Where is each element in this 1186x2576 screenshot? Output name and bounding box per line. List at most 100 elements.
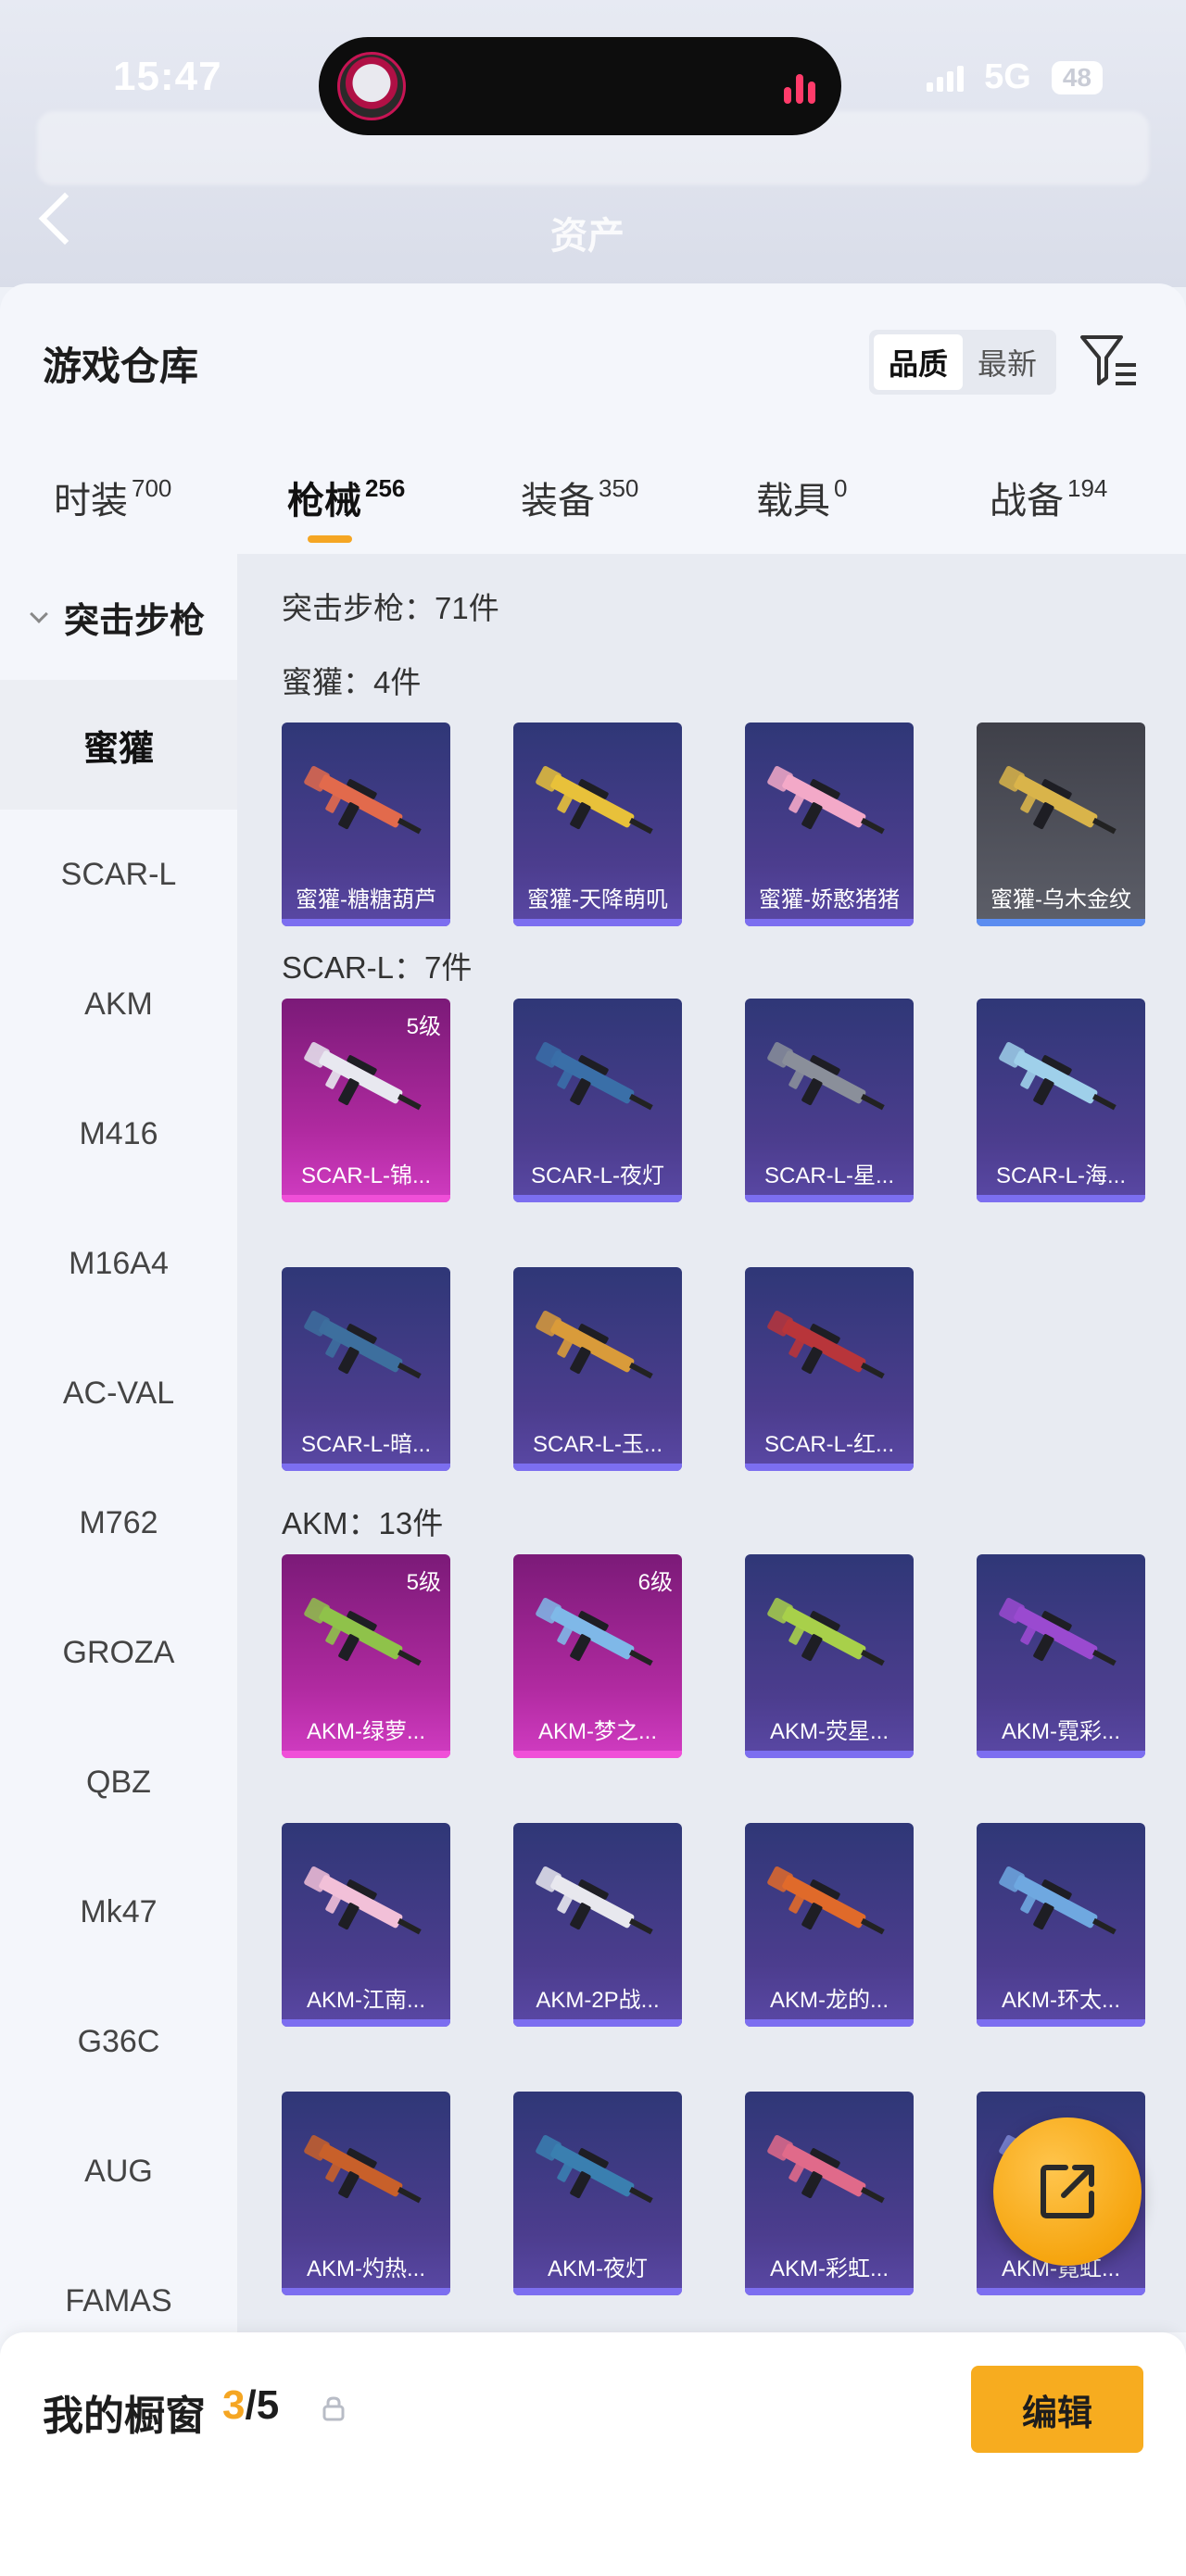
weapon-card[interactable]: SCAR-L-红...	[745, 1267, 914, 1471]
sidebar-item[interactable]: AKM	[0, 939, 237, 1069]
weapon-skin-image	[304, 1042, 422, 1111]
weapon-card[interactable]: SCAR-L-玉...	[513, 1267, 682, 1471]
sidebar-item[interactable]: M416	[0, 1069, 237, 1199]
sidebar-item[interactable]: M762	[0, 1458, 237, 1588]
app-avatar-icon	[337, 52, 406, 120]
sidebar-item[interactable]: G36C	[0, 1977, 237, 2106]
weapon-skin-image	[767, 1042, 885, 1111]
rarity-bar	[977, 919, 1145, 926]
weapon-skin-image	[304, 766, 422, 835]
rarity-bar	[282, 2019, 450, 2027]
rarity-bar	[513, 1464, 682, 1471]
weapon-skin-name: 蜜獾-乌木金纹	[990, 887, 1131, 912]
header-background: 15:47 5G 48 资产	[0, 0, 1186, 287]
weapon-card[interactable]: SCAR-L-夜灯	[513, 999, 682, 1202]
skin-level-badge: 5级	[406, 1570, 441, 1595]
weapon-skin-name: AKM-环太...	[1001, 1988, 1120, 2013]
sidebar-item[interactable]: 蜜獾	[0, 680, 237, 810]
sidebar-item[interactable]: Mk47	[0, 1847, 237, 1977]
dynamic-island	[319, 37, 841, 135]
tab-count: 256	[365, 473, 406, 502]
weapon-skin-image	[536, 2135, 653, 2204]
rarity-bar	[745, 2288, 914, 2295]
tab-firearms[interactable]: 枪械 256	[287, 471, 406, 543]
weapon-card[interactable]: AKM-夜灯	[513, 2092, 682, 2295]
sidebar-group-header[interactable]: 突击步枪	[0, 554, 237, 680]
sidebar-item[interactable]: QBZ	[0, 1717, 237, 1847]
weapon-skin-name: AKM-霓彩...	[1001, 1719, 1120, 1744]
weapon-card[interactable]: AKM-环太...	[977, 1823, 1145, 2027]
weapon-card[interactable]: 蜜獾-糖糖葫芦	[282, 723, 450, 926]
sidebar-item[interactable]: AUG	[0, 2106, 237, 2236]
section-title: 蜜獾：4件	[282, 665, 422, 699]
signal-icon	[927, 64, 965, 92]
weapon-skin-name: AKM-灼热...	[306, 2256, 425, 2281]
weapon-card[interactable]: AKM-荧星...	[745, 1554, 914, 1758]
weapon-card[interactable]: SCAR-L-海...	[977, 999, 1145, 1202]
weapon-card[interactable]: SCAR-L-星...	[745, 999, 914, 1202]
sidebar-group-label: 突击步枪	[63, 601, 205, 641]
tab-fashion[interactable]: 时装 700	[54, 471, 171, 524]
weapon-card[interactable]: 蜜獾-乌木金纹	[977, 723, 1145, 926]
weapon-skin-image	[536, 1598, 653, 1666]
weapon-card[interactable]: AKM-彩虹...	[745, 2092, 914, 2295]
weapon-skin-name: SCAR-L-星...	[763, 1163, 894, 1188]
weapon-skin-name: 蜜獾-糖糖葫芦	[296, 887, 436, 912]
back-icon[interactable]	[38, 192, 92, 245]
sidebar-item[interactable]: AC-VAL	[0, 1328, 237, 1458]
weapon-skin-image	[767, 1866, 885, 1935]
filter-icon[interactable]	[1079, 330, 1140, 391]
weapon-skin-image	[304, 2135, 422, 2204]
weapon-grid: 突击步枪：71件 蜜獾：4件 SCAR-L：7件 AKM：13件 蜜獾-糖糖葫芦…	[237, 554, 1186, 2332]
sidebar-item[interactable]: M16A4	[0, 1199, 237, 1328]
rarity-bar	[977, 1751, 1145, 1758]
weapon-card[interactable]: SCAR-L-暗...	[282, 1267, 450, 1471]
weapon-skin-image	[767, 2135, 885, 2204]
weapon-skin-image	[536, 1042, 653, 1111]
weapon-card[interactable]: 蜜獾-娇憨猪猪	[745, 723, 914, 926]
chevron-down-icon	[30, 605, 48, 623]
weapon-skin-image	[536, 1866, 653, 1935]
weapon-card[interactable]: 蜜獾-天降萌叽	[513, 723, 682, 926]
sidebar-item[interactable]: SCAR-L	[0, 810, 237, 939]
edit-button[interactable]: 编辑	[971, 2366, 1143, 2453]
weapon-card[interactable]: AKM-灼热...	[282, 2092, 450, 2295]
weapon-skin-image	[304, 1598, 422, 1666]
tab-equipment[interactable]: 装备 350	[521, 471, 638, 524]
skin-level-badge: 5级	[406, 1014, 441, 1039]
sidebar-item[interactable]: GROZA	[0, 1588, 237, 1717]
showcase-count: 3/5	[222, 2382, 279, 2429]
weapon-card[interactable]: AKM-2P战...	[513, 1823, 682, 2027]
lock-icon	[322, 2396, 345, 2421]
weapon-card[interactable]: 5级 AKM-绿萝...	[282, 1554, 450, 1758]
sheet-title: 游戏仓库	[43, 345, 199, 388]
weapon-skin-image	[999, 766, 1117, 835]
rarity-bar	[282, 1464, 450, 1471]
group-total-label: 突击步枪：71件	[282, 591, 499, 625]
header-tab-assets[interactable]: 资产	[550, 206, 625, 259]
rarity-bar	[977, 1195, 1145, 1202]
skin-level-badge: 6级	[637, 1570, 673, 1595]
weapon-skin-name: AKM-荧星...	[769, 1719, 889, 1744]
weapon-skin-image	[767, 1311, 885, 1379]
weapon-card[interactable]: AKM-龙的...	[745, 1823, 914, 2027]
share-icon	[1041, 2165, 1094, 2218]
rarity-bar	[745, 1751, 914, 1758]
weapon-card[interactable]: AKM-霓彩...	[977, 1554, 1145, 1758]
sort-option-latest[interactable]: 最新	[963, 334, 1052, 390]
tab-gear[interactable]: 战备 194	[990, 471, 1107, 524]
rarity-bar	[745, 2019, 914, 2027]
weapon-card[interactable]: AKM-江南...	[282, 1823, 450, 2027]
tab-vehicles[interactable]: 载具 0	[756, 471, 847, 524]
weapon-skin-name: SCAR-L-玉...	[532, 1432, 662, 1457]
tab-label: 载具	[756, 481, 830, 521]
rarity-bar	[513, 919, 682, 926]
share-fab[interactable]	[993, 2117, 1142, 2266]
audio-bars-icon	[784, 70, 815, 104]
sort-option-quality[interactable]: 品质	[874, 334, 964, 390]
weapon-card[interactable]: 6级 AKM-梦之...	[513, 1554, 682, 1758]
rarity-bar	[282, 1751, 450, 1758]
weapon-card[interactable]: 5级 SCAR-L-锦...	[282, 999, 450, 1202]
weapon-skin-name: SCAR-L-红...	[763, 1432, 894, 1457]
showcase-label: 我的橱窗	[43, 2394, 206, 2439]
